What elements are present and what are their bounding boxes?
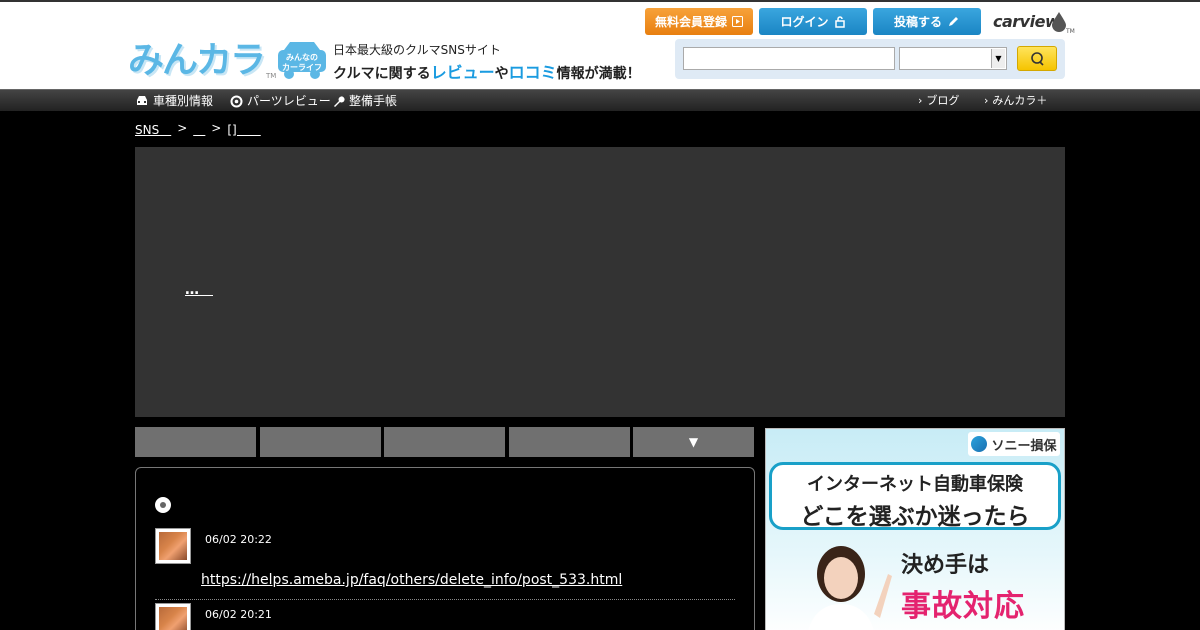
entry-thumbnail[interactable] (155, 603, 191, 630)
play-icon (732, 16, 743, 27)
badge-text: みんなの カーライフ (282, 53, 322, 72)
ad-headline-4: 事故対応 (901, 589, 1025, 624)
breadcrumb-link-current[interactable]: [] (227, 121, 260, 138)
search-area: ▼ (675, 39, 1065, 79)
entry-thumbnail[interactable] (155, 528, 191, 564)
site-logo[interactable]: みんカラ TM (128, 40, 276, 82)
chevron-down-icon: ▼ (991, 49, 1005, 68)
tagline-secondary: クルマに関するレビューやロコミ情報が満載！ (333, 63, 641, 82)
search-input[interactable] (683, 47, 895, 70)
post-button[interactable]: 投稿する (873, 8, 981, 35)
pen-icon (949, 17, 958, 26)
tab-4[interactable] (509, 427, 630, 457)
breadcrumb: SNS > ＿ > [] (135, 121, 261, 138)
tab-3[interactable] (384, 427, 505, 457)
nav-item-minkara-plus[interactable]: › みんカラ＋ (984, 90, 1047, 112)
gear-icon (230, 95, 243, 107)
nav-label: ブログ (926, 94, 960, 107)
site-header: みんカラ TM みんなの カーライフ 日本最大級のクルマSNSサイト クルマに関… (0, 0, 1200, 89)
nav-label: パーツレビュー (247, 94, 331, 108)
entry-link[interactable]: https://helps.ameba.jp/faq/others/delete… (201, 572, 622, 588)
entry-date: 06/02 20:21 (205, 608, 272, 621)
profile-hero: … (135, 147, 1065, 417)
logo-text: みんカラ (128, 40, 266, 81)
search-icon (1031, 51, 1044, 66)
ad-headline-1: インターネット自動車保険 (807, 474, 1023, 495)
ad-banner[interactable]: ソニー損保 インターネット自動車保険 どこを選ぶか迷ったら 決め手は 事故対応 (765, 428, 1065, 630)
post-label: 投稿する (893, 15, 942, 29)
ad-brand-label: ソニー損保 (991, 438, 1057, 454)
radio-icon[interactable] (155, 497, 171, 513)
ad-person-image (808, 546, 892, 630)
tab-2[interactable] (260, 427, 381, 457)
login-label: ログイン (780, 15, 829, 29)
ad-speech-bubble: インターネット自動車保険 どこを選ぶか迷ったら (769, 462, 1061, 530)
car-icon (137, 96, 147, 105)
lock-icon (834, 15, 845, 28)
hero-link[interactable]: … (185, 279, 213, 299)
nav-item-maintenance[interactable]: 整備手帳 (332, 90, 397, 112)
carview-drop-icon (1052, 12, 1066, 32)
carview-logo[interactable]: carview (993, 12, 1060, 31)
nav-label: 車種別情報 (153, 94, 214, 108)
tagline-primary: 日本最大級のクルマSNSサイト (333, 43, 501, 57)
breadcrumb-separator: > (177, 121, 188, 135)
timeline-panel: 06/02 20:22 https://helps.ameba.jp/faq/o… (135, 467, 755, 630)
nav-label: 整備手帳 (349, 94, 398, 108)
chevron-right-icon: › (918, 94, 923, 107)
ad-headline-2: どこを選ぶか迷ったら (800, 504, 1030, 530)
nav-item-cars[interactable]: 車種別情報 (135, 90, 213, 112)
breadcrumb-separator: > (211, 121, 222, 135)
nav-label: みんカラ＋ (992, 94, 1048, 107)
search-category-select[interactable]: ▼ (899, 47, 1007, 70)
global-nav: 車種別情報 パーツレビュー 整備手帳 › ブログ › みんカラ＋ (0, 89, 1200, 111)
breadcrumb-link-sns[interactable]: SNS (135, 121, 171, 138)
sony-logo-icon (971, 436, 988, 452)
tab-1[interactable] (135, 427, 256, 457)
carview-tm: TM (1066, 28, 1075, 35)
entry-date: 06/02 20:22 (205, 533, 272, 546)
login-button[interactable]: ログイン (759, 8, 867, 35)
chevron-right-icon: › (984, 94, 989, 107)
logo-tm: TM (266, 72, 277, 80)
nav-item-parts[interactable]: パーツレビュー (230, 90, 331, 112)
register-button[interactable]: 無料会員登録 (645, 8, 753, 35)
ad-brand: ソニー損保 (968, 432, 1060, 456)
entry-divider (155, 599, 735, 600)
wrench-icon (334, 95, 345, 107)
car-life-badge: みんなの カーライフ (276, 40, 328, 80)
search-button[interactable] (1017, 46, 1057, 71)
ad-headline-3: 決め手は (901, 553, 990, 578)
tab-more[interactable]: ▼ (633, 427, 754, 457)
nav-item-blog[interactable]: › ブログ (918, 90, 959, 112)
register-label: 無料会員登録 (654, 15, 727, 29)
breadcrumb-link-user[interactable]: ＿ (193, 121, 205, 138)
